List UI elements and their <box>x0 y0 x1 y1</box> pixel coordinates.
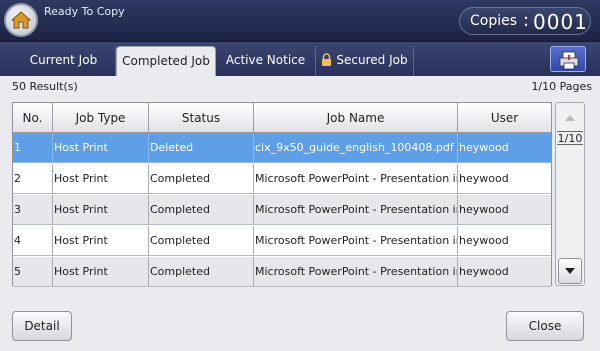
tab-label: Current Job <box>29 53 98 67</box>
tab-current-job[interactable]: Current Job <box>12 46 116 76</box>
tab-bar: Current Job Completed Job Active Notice … <box>0 42 600 76</box>
cell-no: 2 <box>13 164 53 194</box>
home-icon <box>11 11 31 29</box>
tab-active-notice[interactable]: Active Notice <box>216 46 316 76</box>
scroll-page-indicator: 1/10 <box>557 131 583 145</box>
cell-job-type: Host Print <box>53 133 149 163</box>
column-header-job-type[interactable]: Job Type <box>53 103 149 133</box>
tab-label: Completed Job <box>122 54 210 68</box>
cell-status: Completed <box>149 164 254 194</box>
cell-status: Completed <box>149 257 254 287</box>
cell-user: heywood <box>458 133 551 163</box>
copies-counter[interactable]: Copies : 0001 <box>459 7 591 35</box>
cell-job-name: Microsoft PowerPoint - Presentation in A <box>254 257 458 287</box>
home-button[interactable] <box>4 3 38 37</box>
table-header: No. Job Type Status Job Name User <box>13 103 551 133</box>
table-row[interactable]: 4 Host Print Completed Microsoft PowerPo… <box>13 226 551 256</box>
column-header-status[interactable]: Status <box>149 103 254 133</box>
cell-no: 5 <box>13 257 53 287</box>
copies-label: Copies <box>470 13 518 29</box>
jobs-table: No. Job Type Status Job Name User 1 Host… <box>12 102 552 287</box>
cell-status: Deleted <box>149 133 254 163</box>
cell-job-type: Host Print <box>53 164 149 194</box>
top-status-bar: Ready To Copy Copies : 0001 <box>0 0 600 42</box>
table-row[interactable]: 5 Host Print Completed Microsoft PowerPo… <box>13 257 551 287</box>
copies-value: 0001 <box>533 10 588 34</box>
cell-no: 1 <box>13 133 53 163</box>
page-count: 1/10 Pages <box>531 80 592 93</box>
tab-completed-job[interactable]: Completed Job <box>116 46 216 76</box>
machine-status: Ready To Copy <box>44 5 125 18</box>
detail-button[interactable]: Detail <box>12 311 72 341</box>
tab-secured-job[interactable]: Secured Job <box>316 46 414 76</box>
tab-label: Secured Job <box>336 53 408 67</box>
table-scrollbar: 1/10 <box>555 102 585 286</box>
cell-job-name: Microsoft PowerPoint - Presentation in A <box>254 226 458 256</box>
down-arrow-icon <box>565 268 575 274</box>
cell-user: heywood <box>458 226 551 256</box>
table-row[interactable]: 3 Host Print Completed Microsoft PowerPo… <box>13 195 551 225</box>
cell-job-name: clx_9x50_guide_english_100408.pdf <box>254 133 458 163</box>
cell-job-type: Host Print <box>53 257 149 287</box>
scroll-up-button[interactable] <box>558 105 582 131</box>
table-row[interactable]: 2 Host Print Completed Microsoft PowerPo… <box>13 164 551 194</box>
cell-user: heywood <box>458 257 551 287</box>
cell-no: 4 <box>13 226 53 256</box>
cell-job-type: Host Print <box>53 226 149 256</box>
copies-colon: : <box>523 10 530 31</box>
cell-user: heywood <box>458 164 551 194</box>
cell-user: heywood <box>458 195 551 225</box>
job-status-icon <box>559 51 579 70</box>
result-count: 50 Result(s) <box>12 80 78 93</box>
column-header-user[interactable]: User <box>458 103 551 133</box>
close-button[interactable]: Close <box>506 311 584 341</box>
scroll-down-button[interactable] <box>558 258 582 284</box>
job-status-button[interactable] <box>550 46 586 72</box>
cell-status: Completed <box>149 226 254 256</box>
table-row[interactable]: 1 Host Print Deleted clx_9x50_guide_engl… <box>13 133 551 163</box>
cell-job-type: Host Print <box>53 195 149 225</box>
column-header-job-name[interactable]: Job Name <box>254 103 458 133</box>
column-header-no[interactable]: No. <box>13 103 53 133</box>
cell-no: 3 <box>13 195 53 225</box>
up-arrow-icon <box>565 115 575 121</box>
cell-job-name: Microsoft PowerPoint - Presentation in A <box>254 164 458 194</box>
lock-icon <box>321 48 332 76</box>
cell-status: Completed <box>149 195 254 225</box>
tab-label: Active Notice <box>225 53 306 67</box>
cell-job-name: Microsoft PowerPoint - Presentation in A <box>254 195 458 225</box>
